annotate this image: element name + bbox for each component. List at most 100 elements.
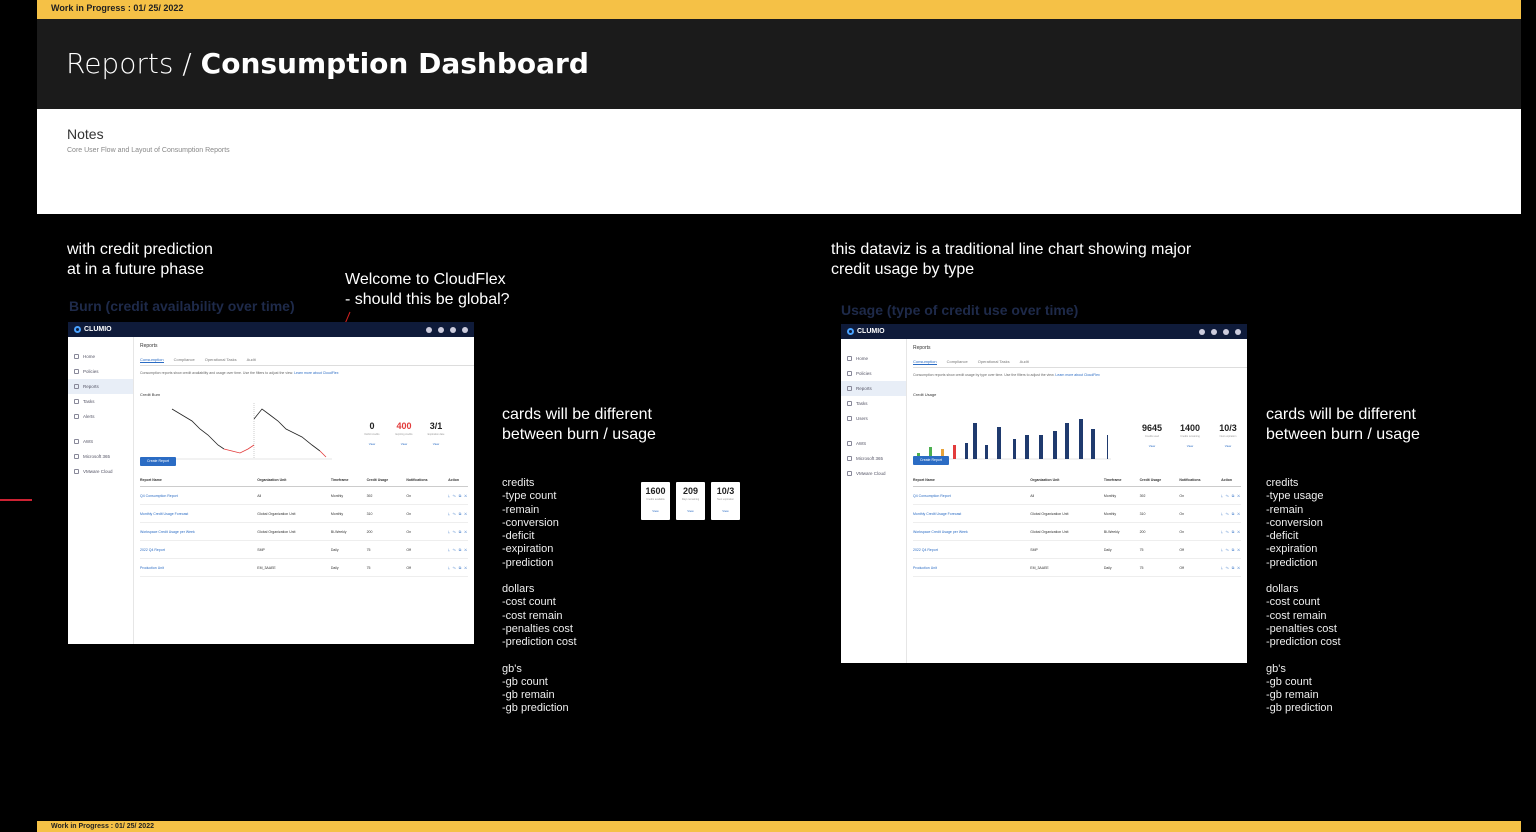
row-actions[interactable]: ⤓ ✎ ⧉ ✕ [1221, 494, 1241, 498]
tab-audit[interactable]: Audit [1020, 359, 1029, 365]
row-actions[interactable]: ⤓ ✎ ⧉ ✕ [1221, 512, 1241, 516]
search-icon[interactable] [1199, 328, 1205, 335]
row-actions[interactable]: ⤓ ✎ ⧉ ✕ [448, 494, 468, 498]
search-icon[interactable] [426, 326, 432, 333]
table-row[interactable]: Q4 Consumption Report All Monthly 392 On ⤓ ✎ … [913, 487, 1241, 505]
mini-card-link[interactable]: View [641, 509, 670, 513]
stat-card[interactable]: 3/1 Expiration date View [422, 421, 450, 455]
stat-link[interactable]: View [1173, 444, 1207, 448]
mini-card-link[interactable]: View [711, 509, 740, 513]
report-name-link[interactable]: Monthly Credit Usage Forecast [140, 512, 257, 516]
tab-compliance[interactable]: Compliance [174, 357, 195, 363]
table-row[interactable]: Production Unit EM_3AAEE Daily 75 Off ⤓ ✎ ⧉ ✕ [913, 559, 1241, 577]
sidebar-item-home[interactable]: Home [841, 351, 906, 366]
stat-card[interactable]: 0 Deficit credits View [358, 421, 386, 455]
tab-audit[interactable]: Audit [247, 357, 256, 363]
sidebar-item-vmware[interactable]: VMware Cloud [68, 464, 133, 479]
settings-icon[interactable] [450, 326, 456, 333]
sidebar-item-reports[interactable]: Reports [841, 381, 906, 396]
user-icon[interactable] [1235, 328, 1241, 335]
table-row[interactable]: Production Unit EM_3AAEE Daily 75 Off ⤓ ✎ ⧉ ✕ [140, 559, 468, 577]
tab-consumption[interactable]: Consumption [913, 359, 937, 365]
table-row[interactable]: Workspace Credit Usage per Week Global Or… [913, 523, 1241, 541]
metric-group-title: dollars [1266, 583, 1299, 596]
stat-card[interactable]: 400 Expiring credits View [390, 421, 418, 455]
report-name-link[interactable]: 2022 Q4 Report [140, 548, 257, 552]
report-name-link[interactable]: Monthly Credit Usage Forecast [913, 512, 1030, 516]
column-header[interactable]: Credit Usage [367, 478, 407, 482]
table-row[interactable]: Workspace Credit Usage per Week Global Or… [140, 523, 468, 541]
row-actions[interactable]: ⤓ ✎ ⧉ ✕ [1221, 566, 1241, 570]
sidebar-item-aws[interactable]: AWS [68, 434, 133, 449]
column-header[interactable]: Notifications [1179, 478, 1221, 482]
stat-card[interactable]: 1400 Credits remaining View [1173, 423, 1207, 457]
stat-card[interactable]: 9645 Credits used View [1135, 423, 1169, 457]
sidebar-item-tasks[interactable]: Tasks [841, 396, 906, 411]
row-actions[interactable]: ⤓ ✎ ⧉ ✕ [1221, 548, 1241, 552]
table-row[interactable]: 2022 Q4 Report SMP Daily 75 Off ⤓ ✎ ⧉ ✕ [913, 541, 1241, 559]
report-name-link[interactable]: Workspace Credit Usage per Week [140, 530, 257, 534]
stat-link[interactable]: View [358, 442, 386, 446]
settings-icon[interactable] [1223, 328, 1229, 335]
report-name-link[interactable]: Production Unit [140, 566, 257, 570]
help-icon[interactable] [1211, 328, 1217, 335]
report-name-link[interactable]: 2022 Q4 Report [913, 548, 1030, 552]
report-name-link[interactable]: Production Unit [913, 566, 1030, 570]
column-header[interactable]: Credit Usage [1140, 478, 1180, 482]
microsoft-icon [847, 456, 852, 461]
tab-operational-tasks[interactable]: Operational Tasks [978, 359, 1010, 365]
chart-label[interactable]: Credit Burn [140, 392, 160, 397]
report-name-link[interactable]: Workspace Credit Usage per Week [913, 530, 1030, 534]
table-cell: Off [1179, 547, 1184, 552]
sidebar-item-users[interactable]: Users [841, 411, 906, 426]
create-report-button[interactable]: Create Report [140, 457, 176, 466]
chart-label[interactable]: Credit Usage [913, 392, 936, 397]
column-header[interactable]: Timeframe [331, 478, 367, 482]
create-report-button[interactable]: Create Report [913, 456, 949, 465]
stat-link[interactable]: View [390, 442, 418, 446]
report-name-link[interactable]: Q4 Consumption Report [913, 494, 1030, 498]
sidebar-item-policies[interactable]: Policies [841, 366, 906, 381]
mini-card[interactable]: 209 Days remaining View [676, 482, 705, 520]
row-actions[interactable]: ⤓ ✎ ⧉ ✕ [448, 566, 468, 570]
table-row[interactable]: Q4 Consumption Report All Monthly 392 On ⤓ ✎ … [140, 487, 468, 505]
sidebar-item-home[interactable]: Home [68, 349, 133, 364]
sidebar-item-m365[interactable]: Microsoft 365 [841, 451, 906, 466]
table-row[interactable]: Monthly Credit Usage Forecast Global Orga… [140, 505, 468, 523]
row-actions[interactable]: ⤓ ✎ ⧉ ✕ [1221, 530, 1241, 534]
sidebar-item-tasks[interactable]: Tasks [68, 394, 133, 409]
user-icon[interactable] [462, 326, 468, 333]
sidebar-item-m365[interactable]: Microsoft 365 [68, 449, 133, 464]
column-header[interactable]: Timeframe [1104, 478, 1140, 482]
desc-link[interactable]: Learn more about CloudFlex [294, 371, 338, 375]
stat-card[interactable]: 10/3 Next expiration View [1211, 423, 1245, 457]
stat-link[interactable]: View [1211, 444, 1245, 448]
sidebar-item-reports[interactable]: Reports [68, 379, 133, 394]
sidebar-item-alerts[interactable]: Alerts [68, 409, 133, 424]
column-header[interactable]: Report Name [913, 478, 1030, 482]
column-header[interactable]: Notifications [406, 478, 448, 482]
column-header[interactable]: Organization Unit [1030, 478, 1104, 482]
table-row[interactable]: Monthly Credit Usage Forecast Global Orga… [913, 505, 1241, 523]
sidebar-item-vmware[interactable]: VMware Cloud [841, 466, 906, 481]
report-name-link[interactable]: Q4 Consumption Report [140, 494, 257, 498]
row-actions[interactable]: ⤓ ✎ ⧉ ✕ [448, 548, 468, 552]
sidebar-item-policies[interactable]: Policies [68, 364, 133, 379]
table-row[interactable]: 2022 Q4 Report SMP Daily 75 Off ⤓ ✎ ⧉ ✕ [140, 541, 468, 559]
column-header[interactable]: Report Name [140, 478, 257, 482]
sidebar-item-aws[interactable]: AWS [841, 436, 906, 451]
tab-compliance[interactable]: Compliance [947, 359, 968, 365]
table-cell: On [1179, 529, 1185, 534]
tab-consumption[interactable]: Consumption [140, 357, 164, 363]
stat-link[interactable]: View [1135, 444, 1169, 448]
row-actions[interactable]: ⤓ ✎ ⧉ ✕ [448, 530, 468, 534]
stat-link[interactable]: View [422, 442, 450, 446]
desc-link[interactable]: Learn more about CloudFlex [1055, 373, 1099, 377]
tab-operational-tasks[interactable]: Operational Tasks [205, 357, 237, 363]
column-header[interactable]: Organization Unit [257, 478, 331, 482]
mini-card-link[interactable]: View [676, 509, 705, 513]
row-actions[interactable]: ⤓ ✎ ⧉ ✕ [448, 512, 468, 516]
mini-card[interactable]: 10/3 Next expiration View [711, 482, 740, 520]
help-icon[interactable] [438, 326, 444, 333]
mini-card[interactable]: 1600 Credits available View [641, 482, 670, 520]
